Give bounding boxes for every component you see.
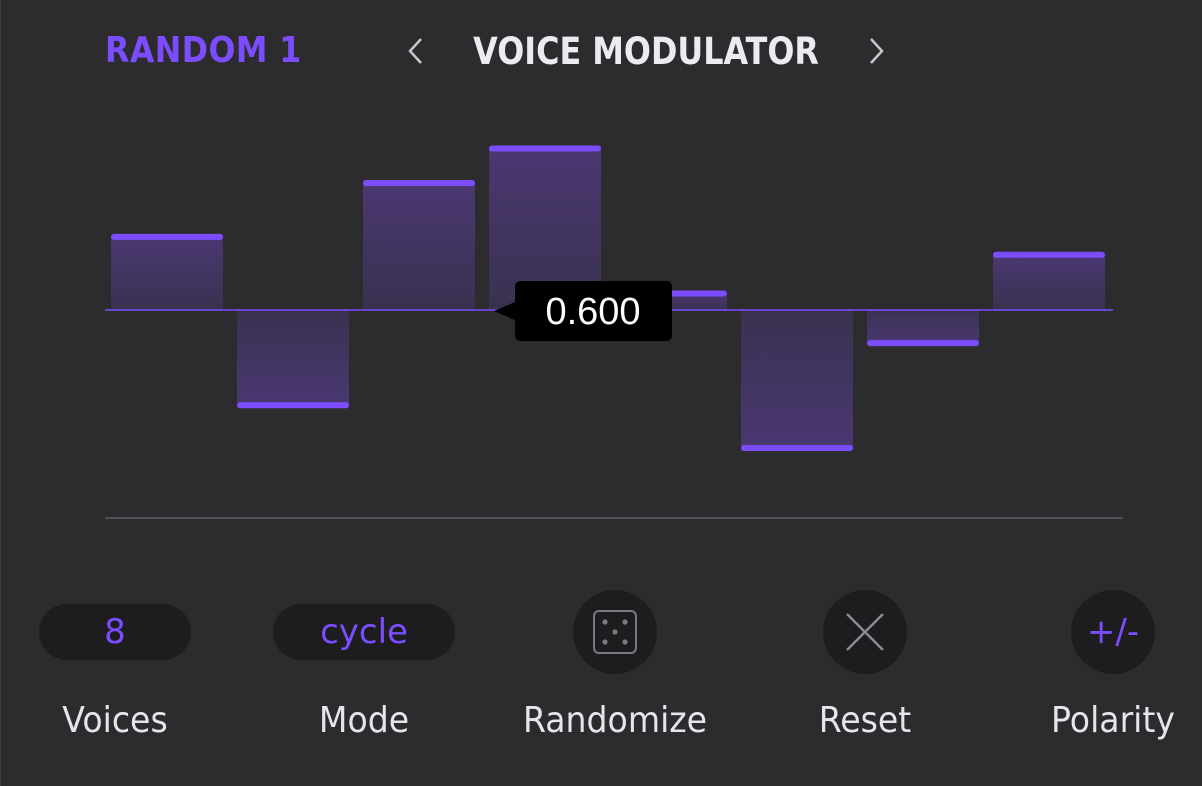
voice-value-handle[interactable]: [741, 445, 853, 451]
voice-value-handle[interactable]: [111, 233, 223, 240]
mode-selector[interactable]: cycle: [273, 604, 455, 660]
voice-bar[interactable]: [867, 310, 979, 347]
voice-bar-fill: [237, 310, 349, 406]
polarity-button[interactable]: +/-: [1071, 590, 1155, 674]
randomize-label: Randomize: [522, 700, 708, 741]
voice-bar-fill: [993, 254, 1105, 310]
randomize-button[interactable]: [573, 590, 657, 674]
mode-value: cycle: [320, 612, 408, 652]
voice-bar-fill: [363, 183, 475, 310]
polarity-value: +/-: [1086, 612, 1140, 652]
voice-value-handle[interactable]: [993, 251, 1105, 258]
mode-label: Mode: [318, 700, 410, 741]
voice-bar-fill: [741, 310, 853, 448]
voice-bar[interactable]: [111, 233, 223, 310]
tooltip-value: 0.600: [545, 291, 640, 333]
voice-bar-fill: [111, 236, 223, 310]
voice-value-handle[interactable]: [237, 402, 349, 409]
voice-bar[interactable]: [741, 310, 853, 451]
voice-bar[interactable]: [993, 251, 1105, 310]
voice-bar[interactable]: [363, 180, 475, 310]
value-tooltip: 0.600: [494, 281, 672, 341]
polarity-label: Polarity: [1051, 700, 1175, 741]
voices-selector[interactable]: 8: [39, 604, 191, 660]
reset-button[interactable]: [823, 590, 907, 674]
voice-modulator-panel: RANDOM 1 VOICE MODULATOR 0.600 8 Voices …: [0, 0, 1202, 786]
close-icon: [846, 613, 884, 651]
voice-value-handle[interactable]: [489, 145, 601, 152]
reset-label: Reset: [818, 700, 912, 741]
voices-value: 8: [104, 612, 126, 652]
voice-bar[interactable]: [237, 310, 349, 409]
controls-row: 8 Voices cycle Mode Randomize Reset +/- …: [1, 590, 1202, 770]
dice-icon: [593, 610, 637, 654]
voice-value-handle[interactable]: [363, 180, 475, 187]
voice-values-graph[interactable]: 0.600: [1, 0, 1202, 540]
voice-bar-fill: [867, 310, 979, 344]
voices-label: Voices: [62, 700, 168, 741]
voice-value-handle[interactable]: [867, 340, 979, 347]
